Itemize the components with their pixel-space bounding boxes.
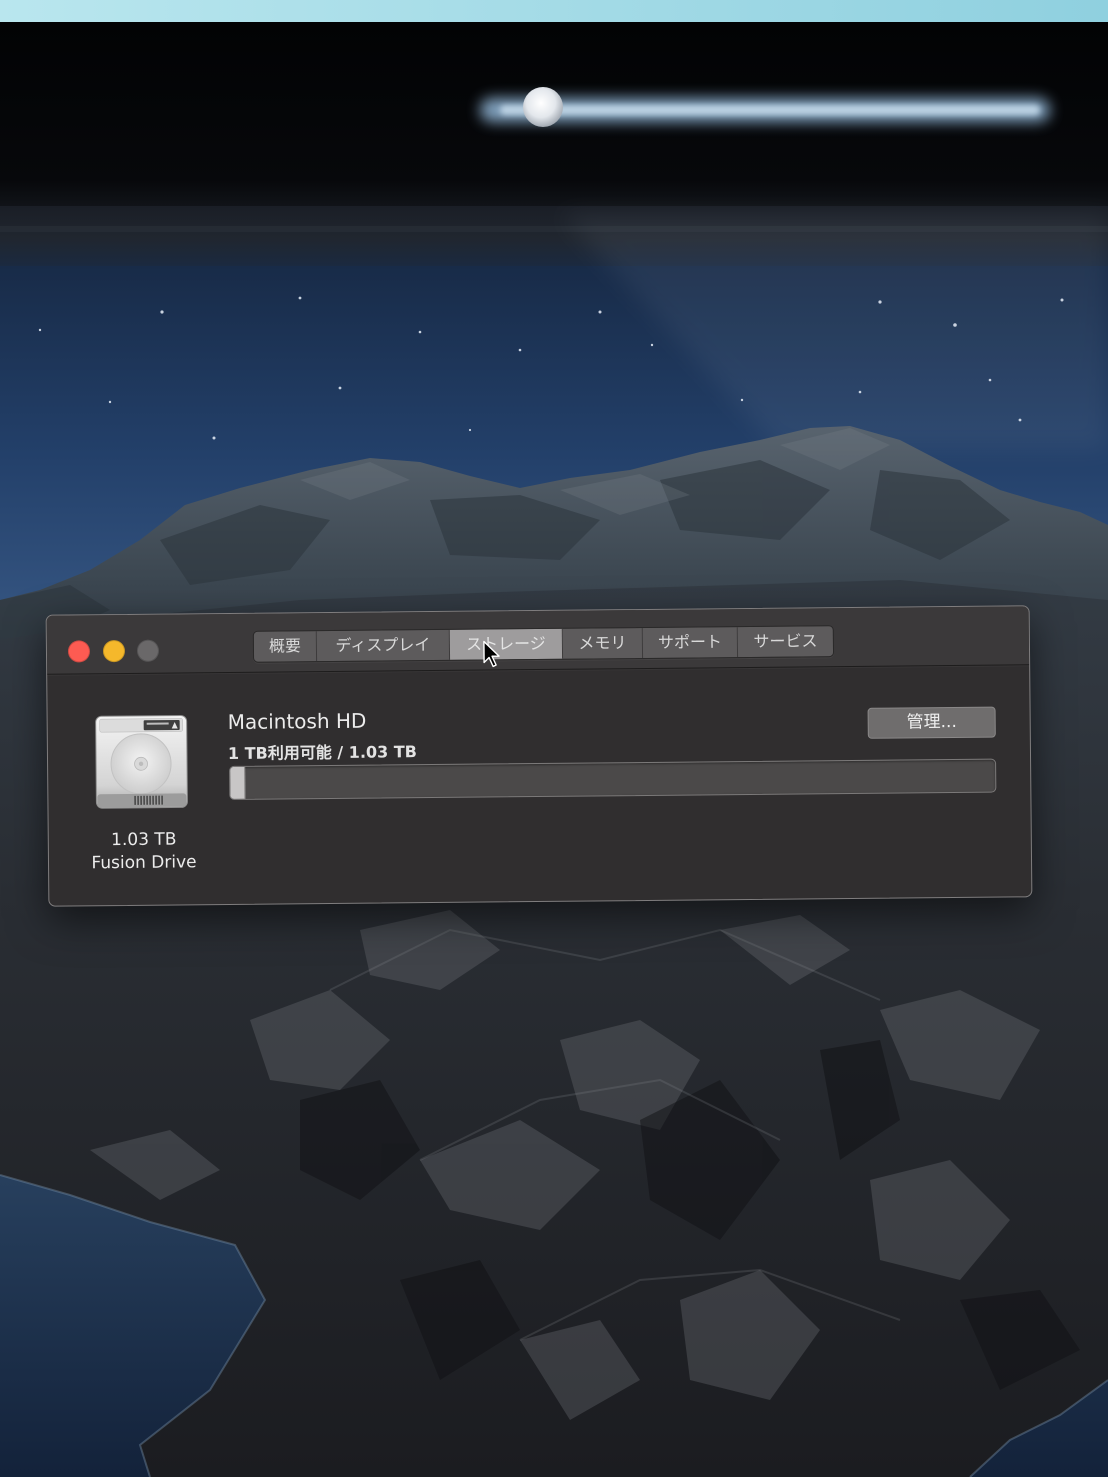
storage-usage-fill [230,766,246,799]
window-titlebar: 概要 ディスプレイ ストレージ メモリ サポート サービス [46,606,1030,675]
about-this-mac-window: 概要 ディスプレイ ストレージ メモリ サポート サービス 1.03 TB Fu… [45,605,1033,907]
mouse-pointer-icon [483,640,500,668]
tab-displays[interactable]: ディスプレイ [316,629,451,662]
tab-support[interactable]: サポート [642,627,739,658]
storage-availability: 1 TB利用可能 / 1.03 TB [227,742,418,763]
tab-service[interactable]: サービス [737,626,834,658]
minimize-button[interactable] [102,639,126,663]
drive-platter [110,733,172,795]
tab-storage[interactable]: ストレージ [449,628,564,660]
volume-name: Macintosh HD [227,708,367,734]
tab-memory[interactable]: メモリ [562,627,644,659]
hard-drive-icon [95,714,188,809]
tab-bar: 概要 ディスプレイ ストレージ メモリ サポート サービス [252,625,835,663]
drive-type: Fusion Drive [91,852,197,874]
storage-usage-bar [229,758,997,800]
drive-caption: 1.03 TB Fusion Drive [69,828,219,875]
zoom-button [136,639,160,662]
drive-capacity: 1.03 TB [111,829,177,851]
tab-overview[interactable]: 概要 [253,631,318,662]
drive-label-plate [99,718,184,733]
manage-button[interactable]: 管理... [867,706,996,739]
screen-photo: 概要 ディスプレイ ストレージ メモリ サポート サービス 1.03 TB Fu… [0,0,1108,1477]
drive-vent-grille [97,793,187,808]
close-button[interactable] [67,640,91,663]
